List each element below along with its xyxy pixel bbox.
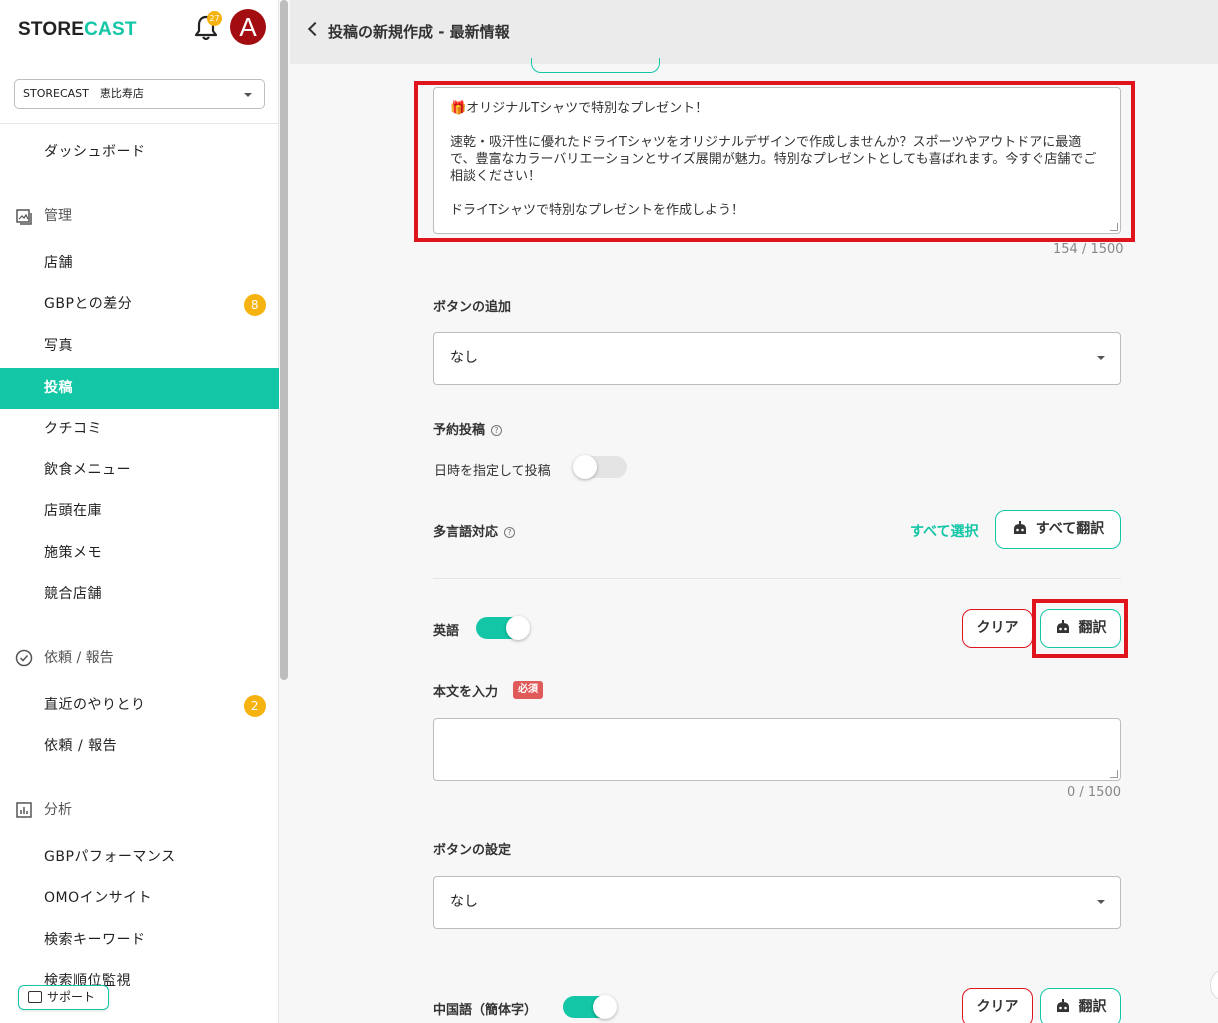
english-clear-button[interactable]: クリア	[962, 609, 1033, 648]
sidebar-item-gbp-performance[interactable]: GBPパフォーマンス	[0, 837, 279, 878]
chevron-down-icon	[244, 93, 252, 97]
robot-icon	[1056, 999, 1069, 1012]
help-icon[interactable]: ?	[504, 527, 516, 538]
sidebar-item-omo[interactable]: OMOインサイト	[0, 878, 279, 919]
back-arrow-icon[interactable]	[307, 21, 323, 37]
section-label: 分析	[44, 802, 72, 818]
sidebar-item-gbp-diff[interactable]: GBPとの差分 8	[0, 284, 279, 325]
schedule-toggle-label: 日時を指定して投稿	[434, 464, 551, 479]
sidebar-scrollbar[interactable]	[280, 0, 288, 680]
multilang-label-text: 多言語対応	[433, 525, 499, 540]
count-badge: 8	[244, 294, 266, 316]
chevron-down-icon	[1097, 356, 1105, 360]
image-icon	[16, 209, 32, 225]
resize-handle-icon[interactable]	[1110, 770, 1118, 778]
highlight-box-translate	[1032, 599, 1128, 658]
translate-all-button[interactable]: すべて翻訳	[995, 510, 1121, 549]
select-value: なし	[450, 894, 478, 910]
required-badge: 必須	[513, 681, 543, 699]
page-header: 投稿の新規作成 - 最新情報	[290, 0, 1218, 64]
partial-button[interactable]	[531, 58, 660, 73]
sidebar-item-photos[interactable]: 写真	[0, 326, 279, 367]
sidebar-section-analysis: 分析	[0, 795, 279, 825]
sidebar-item-dashboard[interactable]: ダッシュボード	[0, 132, 279, 173]
toggle-knob	[506, 616, 530, 640]
sidebar-item-requests[interactable]: 依頼 / 報告	[0, 726, 279, 767]
multilang-label: 多言語対応?	[433, 521, 516, 540]
english-body-input[interactable]	[433, 718, 1121, 781]
highlight-box-textarea	[414, 81, 1135, 242]
help-icon[interactable]: ?	[491, 425, 503, 436]
sidebar-item-menu[interactable]: 飲食メニュー	[0, 450, 279, 491]
english-char-counter: 0 / 1500	[1067, 785, 1121, 800]
sidebar-section-manage: 管理	[0, 201, 279, 231]
english-toggle[interactable]	[476, 616, 530, 640]
chevron-down-icon	[1097, 900, 1105, 904]
translate-all-label: すべて翻訳	[1035, 521, 1105, 537]
store-selector-label: STORECAST 恵比寿店	[23, 87, 144, 100]
floating-widget[interactable]	[1210, 970, 1218, 1000]
add-button-select[interactable]: なし	[433, 332, 1121, 385]
sidebar-item-recent[interactable]: 直近のやりとり 2	[0, 685, 279, 726]
bar-chart-icon	[16, 802, 32, 818]
chinese-toggle[interactable]	[563, 995, 617, 1019]
select-all-link[interactable]: すべて選択	[910, 521, 978, 541]
english-body-label: 本文を入力	[433, 685, 499, 700]
schedule-toggle[interactable]	[573, 455, 627, 479]
chat-icon	[28, 991, 42, 1003]
store-selector[interactable]: STORECAST 恵比寿店	[14, 79, 265, 109]
section-label: 管理	[44, 208, 72, 224]
english-label: 英語	[433, 624, 460, 639]
select-value: なし	[450, 350, 478, 366]
schedule-label: 予約投稿?	[433, 419, 503, 438]
avatar[interactable]: A	[230, 9, 266, 45]
sidebar-item-memo[interactable]: 施策メモ	[0, 533, 279, 574]
chinese-label: 中国語（簡体字）	[433, 1003, 538, 1018]
sidebar-item-reviews[interactable]: クチコミ	[0, 409, 279, 450]
toggle-knob	[593, 995, 617, 1019]
add-button-label: ボタンの追加	[433, 300, 512, 315]
sidebar-item-label: GBPとの差分	[44, 296, 133, 312]
robot-icon	[1013, 521, 1026, 534]
check-circle-icon	[15, 649, 33, 667]
sidebar-item-store[interactable]: 店舗	[0, 243, 279, 284]
sidebar-item-inventory[interactable]: 店頭在庫	[0, 491, 279, 532]
body-char-counter: 154 / 1500	[1053, 242, 1124, 257]
english-button-label: ボタンの設定	[433, 843, 512, 858]
translate-label: 翻訳	[1078, 999, 1107, 1015]
sidebar-section-requests: 依頼 / 報告	[0, 643, 279, 673]
count-badge: 2	[244, 695, 266, 717]
storecast-logo[interactable]: STORECAST	[18, 19, 137, 41]
section-label: 依頼 / 報告	[44, 650, 114, 666]
toggle-knob	[573, 455, 597, 479]
chinese-clear-button[interactable]: クリア	[962, 988, 1033, 1023]
page-title: 投稿の新規作成 - 最新情報	[328, 23, 510, 41]
chinese-translate-button[interactable]: 翻訳	[1040, 988, 1121, 1023]
support-label: サポート	[47, 990, 96, 1004]
sidebar-item-keywords[interactable]: 検索キーワード	[0, 920, 279, 961]
sidebar: STORECAST 27 A STORECAST 恵比寿店 ダッシュボード 管理…	[0, 0, 279, 1023]
schedule-label-text: 予約投稿	[433, 423, 486, 438]
sidebar-item-label: 直近のやりとり	[44, 697, 146, 713]
sidebar-item-competitors[interactable]: 競合店舗	[0, 574, 279, 615]
sidebar-item-posts[interactable]: 投稿	[0, 368, 279, 409]
divider	[433, 578, 1121, 579]
notification-badge: 27	[207, 11, 222, 26]
divider	[0, 123, 279, 124]
english-button-select[interactable]: なし	[433, 876, 1121, 929]
support-button[interactable]: サポート	[18, 985, 109, 1010]
